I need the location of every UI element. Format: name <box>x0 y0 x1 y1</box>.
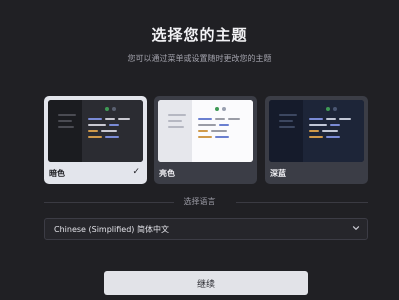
theme-label-light: 亮色 <box>159 169 175 178</box>
theme-options: 暗色 ✓ 亮色 深蓝 <box>44 96 368 184</box>
page-subtitle: 您可以通过菜单或设置随时更改您的主题 <box>127 54 272 63</box>
theme-card-light[interactable]: 亮色 <box>154 96 257 184</box>
theme-card-deep-blue[interactable]: 深蓝 <box>265 96 368 184</box>
theme-preview-deep-blue <box>269 100 364 162</box>
page-title: 选择您的主题 <box>151 26 248 44</box>
language-section-label: 选择语言 <box>183 197 216 206</box>
theme-label-dark: 暗色 <box>49 169 65 178</box>
theme-card-dark[interactable]: 暗色 ✓ <box>44 96 147 184</box>
language-select-value: Chinese (Simplified) 简体中文 <box>54 225 169 234</box>
theme-preview-dark <box>48 100 143 162</box>
continue-button[interactable]: 继续 <box>104 271 308 295</box>
check-icon: ✓ <box>132 167 140 177</box>
language-select[interactable]: Chinese (Simplified) 简体中文 <box>44 218 368 240</box>
theme-preview-light <box>158 100 253 162</box>
chevron-down-icon <box>352 226 360 230</box>
theme-label-deep-blue: 深蓝 <box>270 169 286 178</box>
